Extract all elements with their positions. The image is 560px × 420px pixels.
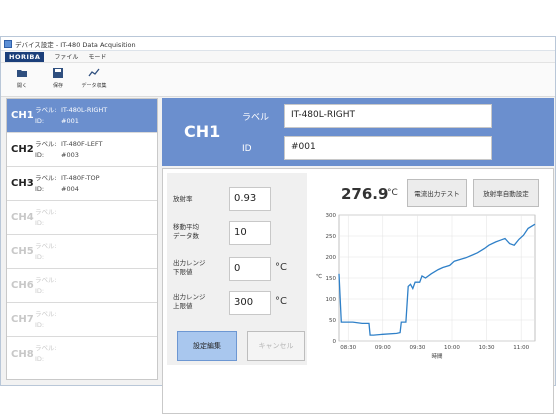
- temperature-unit: °C: [387, 188, 398, 198]
- y-tick-label: 250: [326, 234, 337, 240]
- channel-name: CH2: [11, 144, 34, 155]
- auto-emissivity-button[interactable]: 放射率自動設定: [473, 179, 539, 207]
- label-title: ラベル: [242, 113, 270, 123]
- id-key: ID:: [35, 286, 45, 295]
- id-key: ID:: [35, 184, 45, 193]
- y-tick-label: 0: [333, 339, 337, 345]
- moving-avg-label: 移動平均 データ数: [173, 223, 199, 240]
- label-key: ラベル:: [35, 207, 57, 216]
- channel-name: CH3: [11, 178, 34, 189]
- range-low-field[interactable]: 0: [229, 257, 271, 281]
- title-bar: デバイス設定 - IT-480 Data Acquisition: [1, 37, 555, 51]
- parameter-group: 放射率 0.93 移動平均 データ数 10 出力レンジ 下限値 0 °C 出力レンジ…: [167, 173, 307, 365]
- data-collect-button[interactable]: データ収集: [81, 67, 107, 89]
- open-label: 開く: [16, 83, 27, 89]
- x-tick-label: 08:30: [340, 345, 356, 351]
- channel-id: #004: [61, 184, 79, 193]
- channel-item-ch3[interactable]: CH3 ラベル: IT-480F-TOP ID: #004: [7, 167, 157, 201]
- y-tick-label: 200: [326, 255, 337, 261]
- label-key: ラベル:: [35, 275, 57, 284]
- channel-name: CH8: [11, 348, 34, 360]
- main-content: CH1 ラベル: IT-480L-RIGHT ID: #001 CH2 ラベル: IT…: [6, 98, 554, 414]
- id-key: ID:: [35, 218, 45, 227]
- channel-header-panel: CH1 ラベル IT-480L-RIGHT ID #001: [162, 98, 554, 166]
- x-axis-label: 時間: [431, 352, 443, 360]
- id-key: ID:: [35, 150, 45, 159]
- cancel-button[interactable]: キャンセル: [247, 331, 305, 361]
- y-tick-label: 300: [326, 213, 337, 219]
- channel-item-ch7: CH7 ラベル: ID:: [7, 303, 157, 337]
- channel-label: IT-480F-LEFT: [61, 139, 103, 148]
- label-key: ラベル:: [35, 344, 57, 352]
- range-low-unit: °C: [275, 262, 287, 273]
- label-key: ラベル:: [35, 105, 57, 114]
- label-key: ラベル:: [35, 173, 57, 182]
- label-key: ラベル:: [35, 241, 57, 250]
- channel-item-ch2[interactable]: CH2 ラベル: IT-480F-LEFT ID: #003: [7, 133, 157, 167]
- id-key: ID:: [35, 252, 45, 261]
- range-high-field[interactable]: 300: [229, 291, 271, 315]
- channel-label: IT-480L-RIGHT: [61, 105, 108, 114]
- x-tick-label: 11:00: [513, 345, 529, 351]
- x-tick-label: 09:00: [375, 345, 391, 351]
- channel-name: CH6: [11, 280, 34, 291]
- range-high-label: 出力レンジ 上限値: [173, 293, 206, 310]
- id-key: ID:: [35, 320, 45, 329]
- x-tick-label: 10:00: [444, 345, 460, 351]
- edit-settings-button[interactable]: 設定編集: [177, 331, 237, 361]
- current-output-test-button[interactable]: 電流出力テスト: [407, 179, 467, 207]
- channel-name: CH5: [11, 246, 34, 257]
- data-collect-label: データ収集: [81, 83, 107, 89]
- window-title: デバイス設定 - IT-480 Data Acquisition: [15, 40, 136, 49]
- save-icon: [53, 68, 63, 78]
- channel-id: #001: [61, 116, 79, 125]
- save-button[interactable]: 保存: [45, 67, 71, 89]
- id-field[interactable]: #001: [284, 136, 492, 160]
- menu-mode[interactable]: モード: [88, 52, 106, 61]
- y-tick-label: 150: [326, 276, 337, 282]
- channel-id: #003: [61, 150, 79, 159]
- temperature-readout: 276.9: [341, 185, 389, 203]
- y-tick-label: 100: [326, 297, 337, 303]
- y-axis-label: ℃: [316, 273, 322, 280]
- chart-grid: [338, 214, 536, 342]
- x-tick-label: 09:30: [409, 345, 425, 351]
- emissivity-label: 放射率: [173, 195, 193, 203]
- temperature-chart: 0 50 100 150 200 250 300 08:30 09:00 09:30 10:00 10…: [316, 213, 536, 360]
- channel-item-ch6: CH6 ラベル: ID:: [7, 269, 157, 303]
- channel-name: CH4: [11, 212, 34, 223]
- save-label: 保存: [52, 83, 63, 89]
- range-high-unit: °C: [275, 296, 287, 307]
- channel-label: IT-480F-TOP: [61, 173, 100, 182]
- selected-channel-name: CH1: [184, 122, 221, 141]
- app-icon: [4, 39, 12, 48]
- channel-item-ch5: CH5 ラベル: ID:: [7, 235, 157, 269]
- id-key: ID:: [35, 116, 45, 125]
- y-tick-label: 50: [329, 318, 336, 324]
- settings-panel: 放射率 0.93 移動平均 データ数 10 出力レンジ 下限値 0 °C 出力レンジ…: [162, 168, 554, 414]
- channel-item-ch8: CH8 ラベル: ID:: [7, 337, 157, 371]
- chart-line-icon: [88, 68, 100, 77]
- folder-icon: [17, 70, 27, 77]
- id-key: ID:: [35, 355, 45, 363]
- horiba-logo: HORIBA: [5, 51, 45, 62]
- emissivity-field[interactable]: 0.93: [229, 187, 271, 211]
- id-title: ID: [242, 144, 252, 154]
- channel-list: CH1 ラベル: IT-480L-RIGHT ID: #001 CH2 ラベル: IT…: [6, 98, 158, 380]
- menu-bar: HORIBA ファイル モード: [1, 51, 555, 63]
- toolbar: 開く 保存 データ収集: [1, 63, 555, 97]
- label-key: ラベル:: [35, 139, 57, 148]
- range-low-label: 出力レンジ 下限値: [173, 259, 206, 276]
- moving-avg-field[interactable]: 10: [229, 221, 271, 245]
- channel-item-ch4: CH4 ラベル: ID:: [7, 201, 157, 235]
- channel-name: CH7: [11, 314, 34, 325]
- channel-name: CH1: [11, 110, 34, 121]
- x-tick-label: 10:30: [479, 345, 495, 351]
- label-field[interactable]: IT-480L-RIGHT: [284, 104, 492, 128]
- open-button[interactable]: 開く: [9, 67, 35, 89]
- channel-item-ch1[interactable]: CH1 ラベル: IT-480L-RIGHT ID: #001: [7, 99, 157, 133]
- menu-file[interactable]: ファイル: [54, 52, 78, 61]
- label-key: ラベル:: [35, 309, 57, 318]
